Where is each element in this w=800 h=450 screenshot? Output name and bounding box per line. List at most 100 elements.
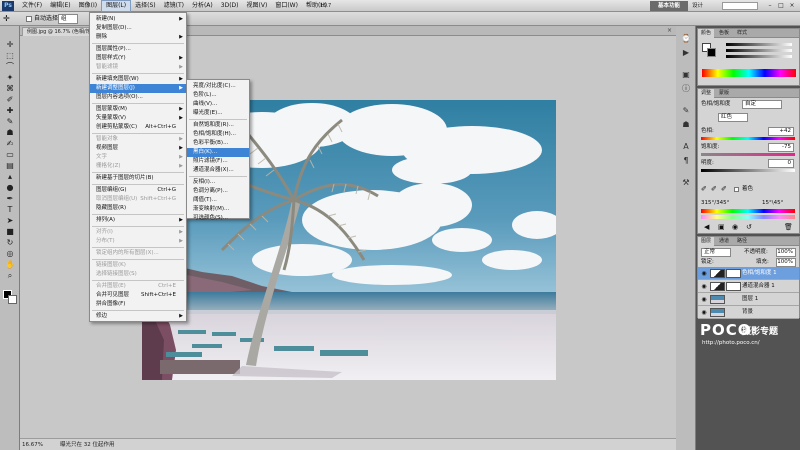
layer-menu-item[interactable]: 图层属性(P)... (90, 45, 186, 54)
pen-tool-icon[interactable]: ✒ (4, 194, 16, 203)
layer-menu-item[interactable]: 矢量蒙版(V) ▶ (90, 114, 186, 123)
brushes-icon[interactable]: ✎ (680, 106, 692, 116)
tab-swatches[interactable]: 色板 (716, 29, 732, 38)
layer-name[interactable]: 通道混合器 1 (742, 282, 775, 291)
menu-item-0[interactable]: 文件(F) (18, 0, 46, 12)
reset-icon[interactable]: ↺ (746, 223, 752, 231)
adjustment-icon[interactable] (710, 282, 725, 291)
adjust-menu-item[interactable]: 自然饱和度(R)... (187, 121, 249, 130)
fill-input[interactable]: 100% (776, 258, 796, 267)
layer-name[interactable]: 色相/饱和度 1 (742, 269, 777, 278)
layer-menu-item[interactable]: 删除 ▶ (90, 33, 186, 42)
visibility-icon[interactable]: ◉ (732, 223, 738, 231)
layer-menu-item[interactable]: 新建调整图层(J) ▶ (90, 84, 186, 93)
layer-menu-item[interactable]: 新建填充图层(W) ▶ (90, 75, 186, 84)
adjustment-icon[interactable] (710, 269, 725, 278)
hue-range-bar-top[interactable] (701, 209, 795, 213)
lightness-value-input[interactable]: 0 (768, 159, 794, 168)
tool-presets-icon[interactable]: ⚒ (680, 178, 692, 188)
tab-color[interactable]: 颜色 (698, 29, 715, 38)
color-background-swatch[interactable] (707, 48, 716, 57)
marquee-tool-icon[interactable]: ⬚ (4, 51, 16, 60)
adjust-menu-item[interactable]: 色彩平衡(B)... (187, 139, 249, 148)
clone-source-icon[interactable]: ☗ (680, 120, 692, 130)
color-slider-b[interactable] (726, 55, 792, 58)
tab-adjustments[interactable]: 调整 (698, 89, 715, 98)
back-icon[interactable]: ◀ (704, 223, 709, 231)
layer-menu-item[interactable]: 修边 ▶ (90, 312, 186, 321)
menu-item-1[interactable]: 编辑(E) (46, 0, 74, 12)
menu-item-9[interactable]: 窗口(W) (271, 0, 302, 12)
adjust-menu-item[interactable]: 曝光度(E)... (187, 109, 249, 118)
menu-item-6[interactable]: 分析(A) (188, 0, 217, 12)
layer-visibility-eye-icon[interactable]: ◉ (700, 269, 708, 278)
3d-rotate-tool-icon[interactable]: ↻ (4, 238, 16, 247)
tab-masks[interactable]: 蒙版 (716, 89, 732, 98)
adjust-menu-item[interactable]: 反相(I)... (187, 178, 249, 187)
zoom-tool-icon[interactable]: ⌕ (4, 271, 16, 280)
auto-select-dropdown[interactable]: 组 (58, 14, 78, 24)
adjust-menu-item[interactable]: 色阶(L)... (187, 91, 249, 100)
layer-visibility-eye-icon[interactable]: ◉ (700, 282, 708, 291)
layer-menu-item[interactable]: 复制图层(D)... (90, 24, 186, 33)
colorize-checkbox[interactable] (734, 187, 739, 192)
tab-styles[interactable]: 样式 (734, 29, 750, 38)
eyedropper-icon[interactable]: ✐ (701, 185, 707, 193)
lasso-tool-icon[interactable]: ⌒ (4, 62, 16, 71)
channel-dropdown[interactable]: 红色 (718, 113, 748, 122)
menu-item-8[interactable]: 视图(V) (243, 0, 272, 12)
layer-menu-item[interactable]: 隐藏图层(R) (90, 204, 186, 213)
brush-tool-icon[interactable]: ✎ (4, 117, 16, 126)
layer-name[interactable]: 图层 1 (742, 295, 758, 304)
layer-menu-item[interactable]: 图层样式(Y) ▶ (90, 54, 186, 63)
hand-tool-icon[interactable]: ✋ (4, 260, 16, 269)
actions-icon[interactable]: ▶ (680, 48, 692, 58)
saturation-slider[interactable] (701, 153, 795, 156)
hue-range-bar-bottom[interactable] (701, 215, 795, 219)
quick-select-tool-icon[interactable]: ✦ (4, 73, 16, 82)
character-icon[interactable]: A (680, 142, 692, 152)
layer-menu-item[interactable]: 新建(N) ▶ (90, 15, 186, 24)
tab-paths[interactable]: 路径 (734, 237, 750, 246)
adjust-menu-item[interactable]: 可选颜色(S)... (187, 214, 249, 223)
layer-menu-item[interactable]: 合并可见图层 Shift+Ctrl+E (90, 291, 186, 300)
clone-stamp-tool-icon[interactable]: ☗ (4, 128, 16, 137)
adjust-menu-item[interactable]: 照片滤镜(F)... (187, 157, 249, 166)
menu-item-4[interactable]: 选择(S) (131, 0, 160, 12)
hue-slider[interactable] (701, 137, 795, 140)
layer-menu-item[interactable]: 创建剪贴蒙版(C) Alt+Ctrl+G (90, 123, 186, 132)
color-spectrum-ramp[interactable] (702, 69, 796, 77)
layer-menu-item[interactable]: 新建基于图层的切片(B) (90, 174, 186, 183)
tab-channels[interactable]: 通道 (716, 237, 732, 246)
menu-item-3[interactable]: 图层(L) (101, 0, 132, 12)
adjust-menu-item[interactable]: 色相/饱和度(H)... (187, 130, 249, 139)
layer-row[interactable]: ◉ 通道混合器 1 (698, 280, 799, 293)
layer-menu-item[interactable]: 拼合图像(F) (90, 300, 186, 309)
trash-icon[interactable]: 🗑 (784, 223, 793, 231)
navigator-icon[interactable]: ▣ (680, 70, 692, 80)
layer-thumbnail[interactable] (710, 295, 725, 304)
3d-orbit-tool-icon[interactable]: ◎ (4, 249, 16, 258)
shape-tool-icon[interactable]: ■ (4, 227, 16, 236)
adjust-menu-item[interactable]: 黑白(K)... (187, 148, 249, 157)
menu-item-5[interactable]: 滤镜(T) (160, 0, 188, 12)
eyedropper-add-icon[interactable]: ✐ (711, 185, 717, 193)
path-select-tool-icon[interactable]: ➤ (4, 216, 16, 225)
adjust-menu-item[interactable]: 曲线(V)... (187, 100, 249, 109)
info-icon[interactable]: ⓘ (680, 84, 692, 94)
layer-name[interactable]: 背景 (742, 308, 753, 317)
opacity-input[interactable]: 100% (776, 248, 796, 257)
layer-menu-item[interactable]: 图层编组(G) Ctrl+G (90, 186, 186, 195)
workspace-design-button[interactable]: 设计 (692, 1, 703, 11)
hue-value-input[interactable]: +42 (768, 127, 794, 136)
color-slider-g[interactable] (726, 49, 792, 52)
type-tool-icon[interactable]: T (4, 205, 16, 214)
move-tool-icon[interactable]: ✛ (3, 14, 19, 24)
saturation-value-input[interactable]: -75 (768, 143, 794, 152)
layer-menu-item[interactable]: 图层蒙版(M) ▶ (90, 105, 186, 114)
status-zoom[interactable]: 16.67% (22, 439, 43, 450)
dodge-tool-icon[interactable]: ● (4, 183, 16, 192)
layer-row[interactable]: ◉ 色相/饱和度 1 (698, 267, 799, 280)
crop-tool-icon[interactable]: ⌘ (4, 84, 16, 93)
layer-visibility-eye-icon[interactable]: ◉ (700, 295, 708, 304)
